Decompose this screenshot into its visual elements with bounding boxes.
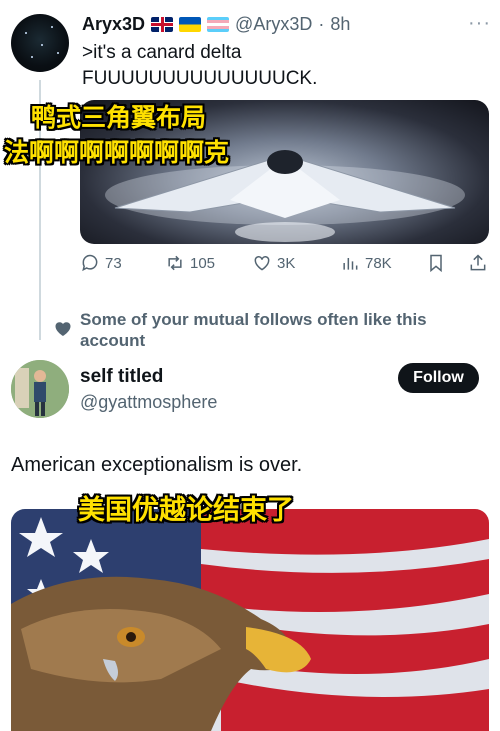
- tweet-actions: 73 105 3K 78K: [80, 253, 490, 279]
- suggested-user-name[interactable]: self titled: [80, 366, 163, 388]
- reply-button[interactable]: 73: [80, 253, 122, 273]
- repost-icon: [168, 255, 182, 271]
- person-photo: [11, 360, 69, 418]
- reply-icon: [82, 254, 98, 272]
- trans-flag-icon: [207, 16, 230, 32]
- tweet-media-image[interactable]: [11, 509, 489, 731]
- handle[interactable]: @Aryx3D: [235, 14, 312, 35]
- share-button[interactable]: [468, 253, 488, 273]
- avatar[interactable]: [11, 360, 69, 418]
- share-icon: [470, 254, 486, 271]
- heart-icon: [55, 322, 71, 336]
- ukraine-flag-icon: [179, 16, 202, 32]
- tweet-text: >it's a canard delta FUUUUUUUUUUUUUUCK.: [82, 40, 482, 92]
- follow-button[interactable]: Follow: [398, 363, 479, 393]
- repost-button[interactable]: 105: [165, 253, 215, 273]
- display-name[interactable]: Aryx3D: [82, 14, 145, 35]
- repost-count: 105: [190, 254, 216, 272]
- bookmark-button[interactable]: [426, 253, 446, 273]
- tweet-header: Aryx3D @Aryx3D · 8h: [82, 12, 350, 36]
- views-icon: [343, 258, 358, 270]
- bookmark-icon: [430, 254, 442, 273]
- heart-icon: [254, 255, 270, 271]
- tweet-text-line: FUUUUUUUUUUUUUUCK.: [82, 68, 318, 89]
- reply-count: 73: [105, 254, 122, 272]
- media-caption-line-2: 法啊啊啊啊啊啊啊克: [4, 139, 230, 167]
- media-caption: 美国优越论结束了: [78, 495, 294, 525]
- tweet-text-line: >it's a canard delta: [82, 42, 242, 63]
- like-count: 3K: [277, 254, 296, 272]
- flag-eagle-image: [11, 509, 489, 731]
- suggested-user-handle[interactable]: @gyattmosphere: [80, 392, 217, 413]
- tweet-text: American exceptionalism is over.: [11, 454, 303, 476]
- uk-flag-icon: [151, 16, 174, 32]
- avatar[interactable]: [11, 14, 69, 72]
- like-button[interactable]: 3K: [252, 253, 295, 273]
- social-context-text: Some of your mutual follows often like t…: [80, 310, 427, 350]
- separator: ·: [318, 13, 325, 34]
- views-count: 78K: [365, 254, 392, 272]
- timestamp[interactable]: 8h: [330, 14, 350, 35]
- views-button[interactable]: 78K: [340, 253, 392, 273]
- media-caption-line-1: 鸭式三角翼布局: [31, 104, 207, 132]
- more-options-icon[interactable]: ···: [468, 12, 491, 35]
